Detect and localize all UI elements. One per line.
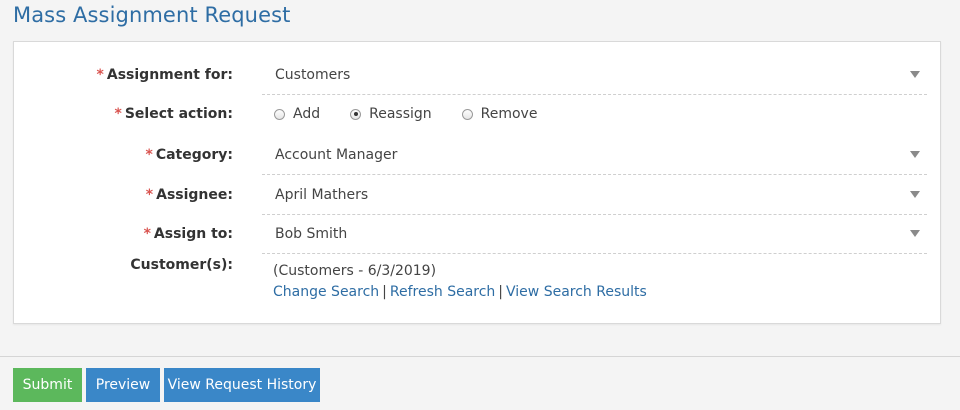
row-assignee: * Assignee: April Mathers — [14, 175, 942, 215]
row-customers: Customer(s): — [14, 253, 942, 277]
change-search-link[interactable]: Change Search — [273, 284, 379, 300]
link-separator: | — [498, 284, 504, 300]
form-panel: * Assignment for: Customers * Select actio… — [13, 41, 941, 324]
radio-reassign-circle[interactable] — [350, 108, 362, 120]
chevron-down-icon — [910, 71, 920, 78]
assign-to-select[interactable]: Bob Smith — [262, 214, 927, 254]
radio-add[interactable]: Add — [274, 106, 320, 122]
radio-reassign[interactable]: Reassign — [350, 106, 432, 122]
radio-remove-label[interactable]: Remove — [481, 106, 538, 122]
radio-remove-circle[interactable] — [461, 108, 473, 120]
required-marker: * — [145, 187, 154, 203]
customers-label: Customer(s): — [130, 257, 233, 273]
chevron-down-icon — [910, 151, 920, 158]
select-action-label: * Select action: — [115, 94, 234, 134]
assign-to-value: Bob Smith — [275, 226, 348, 242]
required-marker: * — [96, 67, 104, 83]
category-select[interactable]: Account Manager — [262, 135, 927, 175]
category-label-text: Category: — [155, 147, 233, 163]
customers-search-links: Change Search | Refresh Search | View Search… — [273, 284, 647, 300]
customers-search-value: (Customers - 6/3/2019) — [273, 263, 437, 279]
assign-to-label: * Assign to: — [144, 214, 233, 254]
category-value: Account Manager — [275, 147, 398, 163]
link-separator: | — [382, 284, 387, 300]
assignment-for-label-text: Assignment for: — [106, 67, 233, 83]
submit-button[interactable]: Submit — [13, 368, 82, 402]
footer-divider — [0, 356, 960, 357]
assignee-select[interactable]: April Mathers — [262, 175, 927, 215]
radio-remove[interactable]: Remove — [461, 106, 538, 122]
assign-to-label-text: Assign to: — [153, 226, 233, 242]
assignee-value: April Mathers — [275, 187, 369, 203]
radio-add-label[interactable]: Add — [293, 106, 320, 122]
select-action-label-text: Select action: — [124, 106, 233, 122]
required-marker: * — [145, 147, 153, 163]
assignee-label-text: Assignee: — [156, 187, 233, 203]
required-marker: * — [114, 106, 122, 122]
refresh-search-link[interactable]: Refresh Search — [390, 284, 495, 300]
required-marker: * — [143, 226, 151, 242]
chevron-down-icon — [910, 230, 920, 237]
preview-button[interactable]: Preview — [86, 368, 160, 402]
page-title: Mass Assignment Request — [13, 3, 291, 27]
assignment-for-label: * Assignment for: — [97, 55, 233, 95]
category-label: * Category: — [145, 135, 233, 175]
row-select-action: * Select action: Add Reassign Remove — [14, 94, 942, 134]
row-assignment-for: * Assignment for: Customers — [14, 55, 942, 95]
assignment-for-select[interactable]: Customers — [262, 55, 927, 95]
radio-add-circle[interactable] — [274, 108, 285, 120]
select-action-radio-group: Add Reassign Remove — [274, 94, 567, 134]
row-category: * Category: Account Manager — [14, 135, 942, 175]
assignment-for-value: Customers — [275, 67, 351, 83]
view-request-history-button[interactable]: View Request History — [164, 368, 320, 402]
row-assign-to: * Assign to: Bob Smith — [14, 214, 942, 254]
assignee-label: * Assignee: — [146, 175, 233, 215]
view-search-results-link[interactable]: View Search Results — [506, 284, 647, 300]
chevron-down-icon — [910, 191, 920, 198]
radio-reassign-label[interactable]: Reassign — [369, 106, 432, 122]
